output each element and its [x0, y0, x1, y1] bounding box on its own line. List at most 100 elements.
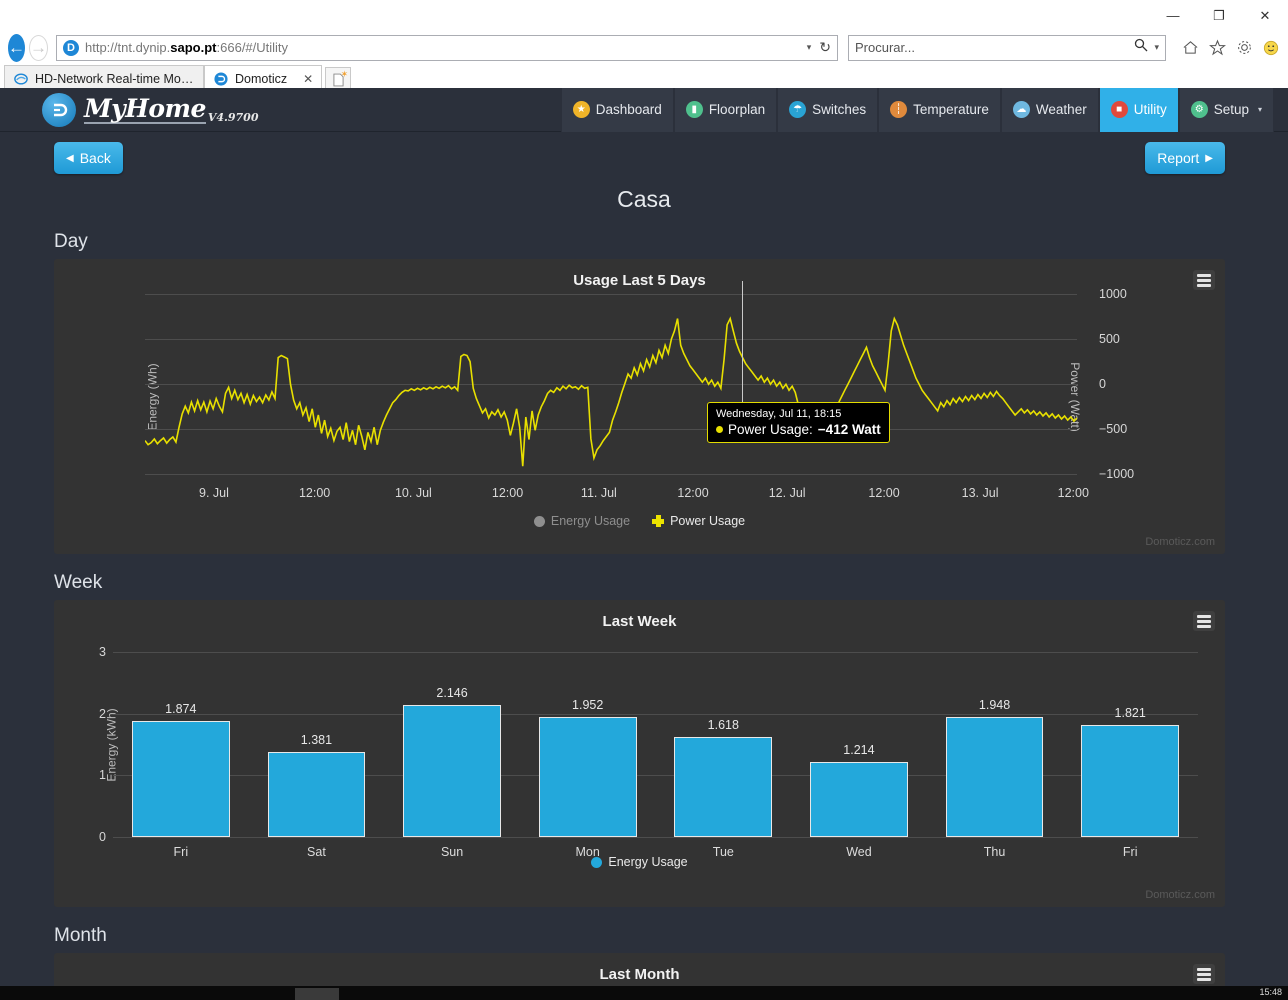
main-nav: ★ Dashboard ▮ Floorplan ☂ Switches ┆ Tem… — [560, 88, 1274, 132]
week-chart-card: Last Week Energy (kWh) 0 1 2 3 1.874 Fri 1… — [54, 600, 1225, 907]
bar-value-label: 1.952 — [572, 697, 604, 712]
nav-item-utility[interactable]: ■ Utility — [1098, 88, 1179, 132]
bar-value-label: 1.618 — [707, 718, 739, 733]
report-button[interactable]: Report ▶ — [1145, 142, 1225, 174]
search-icon[interactable] — [1134, 38, 1148, 57]
browser-titlebar: — ❐ ✕ — [0, 0, 1288, 30]
page-title: Casa — [617, 186, 671, 212]
tooltip-value-row: Power Usage: −412 Watt — [716, 422, 881, 437]
nav-item-dashboard[interactable]: ★ Dashboard — [560, 88, 674, 132]
week-chart-legend: Energy Usage — [54, 855, 1225, 869]
minimize-icon[interactable]: — — [1150, 0, 1196, 30]
hamburger-icon[interactable] — [1193, 964, 1215, 984]
address-bar-text: http://tnt.dynip.sapo.pt:666/#/Utility — [85, 40, 289, 55]
legend-label: Energy Usage — [550, 514, 631, 528]
thermometer-icon: ┆ — [890, 101, 908, 118]
bar[interactable] — [403, 704, 501, 837]
x-tick-label: 9. Jul — [199, 486, 229, 500]
gear-icon[interactable] — [1234, 38, 1254, 58]
search-dropdown-icon[interactable]: ▾ — [1154, 42, 1159, 53]
bar[interactable] — [674, 737, 773, 837]
search-bar[interactable]: Procurar... ▾ — [848, 34, 1166, 61]
nav-item-setup[interactable]: ⚙ Setup ▾ — [1178, 88, 1274, 132]
back-arrow-icon: ◀ — [66, 152, 74, 164]
bar[interactable] — [810, 762, 908, 837]
bar-value-label: 1.874 — [165, 702, 197, 717]
gear-icon: ⚙ — [1190, 101, 1208, 118]
x-tick-label: 12:00 — [298, 486, 331, 500]
legend-label: Power Usage — [670, 514, 746, 528]
bar[interactable] — [131, 721, 230, 837]
bar-value-label: 1.381 — [300, 732, 333, 747]
address-dropdown-icon[interactable]: ▾ — [807, 42, 812, 53]
favorites-star-icon[interactable] — [1207, 38, 1227, 58]
legend-item-power-usage[interactable]: Power Usage — [652, 514, 745, 528]
nav-label: Floorplan — [708, 102, 766, 117]
day-chart-title: Usage Last 5 Days — [573, 272, 706, 289]
hamburger-icon[interactable] — [1193, 270, 1215, 290]
home-icon[interactable] — [1180, 38, 1200, 58]
x-tick-label: 12:00 — [677, 486, 709, 500]
x-tick-label: 12:00 — [1057, 486, 1089, 500]
domoticz-page: MyHome V4.9700 ★ Dashboard ▮ Floorplan ☂… — [0, 88, 1288, 986]
browser-navbar: ← → D http://tnt.dynip.sapo.pt:666/#/Uti… — [0, 30, 1288, 65]
nav-item-floorplan[interactable]: ▮ Floorplan — [673, 88, 778, 132]
bar[interactable] — [1081, 724, 1179, 837]
app-version: V4.9700 — [207, 110, 259, 124]
search-input-placeholder[interactable]: Procurar... — [855, 40, 915, 55]
app-navbar: MyHome V4.9700 ★ Dashboard ▮ Floorplan ☂… — [0, 88, 1288, 132]
refresh-icon[interactable]: ↻ — [819, 39, 831, 56]
back-button[interactable]: ◀ Back — [54, 142, 123, 174]
address-bar[interactable]: D http://tnt.dynip.sapo.pt:666/#/Utility… — [56, 34, 838, 61]
browser-forward-icon[interactable]: → — [29, 34, 48, 61]
browser-back-icon[interactable]: ← — [8, 33, 25, 62]
day-chart-watermark: Domoticz.com — [1145, 536, 1215, 548]
day-chart-plot: Energy (Wh) Power (Watt) 1000 500 0 −500… — [145, 281, 1134, 500]
x-tick-label: 13. Jul — [961, 486, 999, 500]
bar[interactable] — [945, 716, 1044, 837]
week-chart-plot: Energy (kWh) 0 1 2 3 1.874 Fri 1.381 Sat 2.1… — [99, 645, 1198, 859]
day-chart-tooltip: Wednesday, Jul 11, 18:15 Power Usage: −4… — [707, 402, 890, 443]
hamburger-icon[interactable] — [1193, 611, 1215, 631]
nav-label: Weather — [1035, 102, 1087, 117]
app-logo[interactable]: MyHome V4.9700 — [42, 92, 259, 127]
section-label-month: Month — [54, 925, 107, 946]
smiley-icon[interactable] — [1261, 38, 1281, 58]
legend-item-energy-usage[interactable]: Energy Usage — [533, 514, 631, 528]
taskbar-item[interactable] — [295, 988, 339, 1000]
app-logo-text: MyHome — [84, 93, 206, 124]
tab-close-icon[interactable]: ✕ — [303, 72, 313, 86]
browser-window: — ❐ ✕ ← → D http://tnt.dynip.sapo.pt:666… — [0, 0, 1288, 1000]
bar-value-label: 1.821 — [1114, 705, 1146, 720]
nav-item-switches[interactable]: ☂ Switches — [777, 88, 879, 132]
tooltip-value: −412 Watt — [817, 422, 881, 437]
logo-mark-icon — [42, 92, 76, 127]
month-chart-title: Last Month — [599, 966, 680, 983]
browser-toolbar-icons — [1180, 38, 1281, 58]
bar-value-label: 1.214 — [843, 743, 875, 758]
bar[interactable] — [538, 716, 637, 837]
close-icon[interactable]: ✕ — [1242, 0, 1288, 30]
nav-item-weather[interactable]: ☁ Weather — [1000, 88, 1099, 132]
legend-item-energy-usage[interactable]: Energy Usage — [591, 855, 688, 869]
taskbar-clock: 15:48 — [1259, 987, 1282, 997]
section-label-week: Week — [54, 572, 103, 593]
x-tick-label: 11. Jul — [580, 486, 617, 500]
legend-plus-icon — [652, 515, 665, 527]
month-chart-card: Last Month 3 — [54, 953, 1225, 986]
legend-dot-icon — [533, 515, 545, 527]
week-chart-title: Last Week — [602, 613, 677, 630]
tab-label: Domoticz — [235, 71, 288, 86]
domoticz-icon — [213, 71, 229, 87]
tooltip-series-label: Power Usage: — [728, 422, 813, 437]
bar[interactable] — [267, 751, 366, 837]
x-tick-label: 12:00 — [868, 486, 900, 500]
report-arrow-icon: ▶ — [1205, 152, 1213, 164]
day-chart-power-series — [145, 294, 1077, 499]
maximize-icon[interactable]: ❐ — [1196, 0, 1242, 30]
gridline — [113, 837, 1198, 838]
utility-icon: ■ — [1110, 101, 1128, 118]
y-tick-label: 2 — [99, 706, 106, 721]
chevron-down-icon: ▾ — [1257, 105, 1262, 114]
nav-item-temperature[interactable]: ┆ Temperature — [878, 88, 1001, 132]
